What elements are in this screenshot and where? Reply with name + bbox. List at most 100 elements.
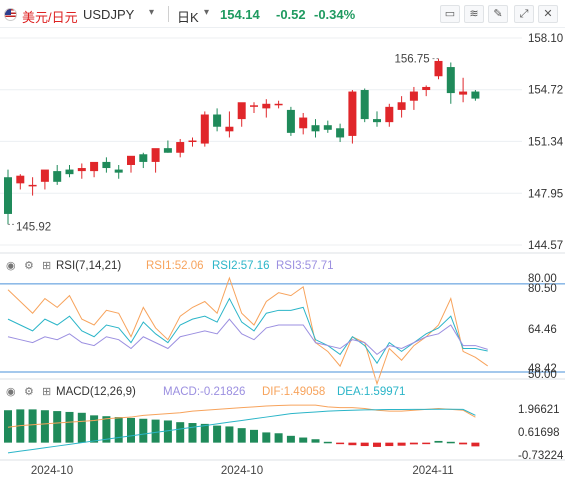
y-tick-label: 151.34 [528,136,564,148]
candle-body [28,184,37,187]
rsi-line [7,318,488,356]
macd-label: MACD:-0.21826 [163,386,246,398]
candle-body [311,125,320,132]
candle-body [274,103,283,106]
rsi-tick-label: 64.46 [528,324,557,336]
candle-body [250,105,258,107]
y-tick-label: 154.72 [528,85,563,97]
macd-bar [397,442,406,446]
macd-bar [336,442,345,445]
rsi3-label: RSI3:57.71 [276,260,334,272]
macd-bar [323,441,332,444]
candle-body [286,109,295,133]
eye-icon[interactable]: ◉ [6,259,16,272]
candle-body [213,114,222,127]
rsi2-label: RSI2:57.16 [212,260,270,272]
info-icon[interactable]: ⊞ [42,259,51,272]
candle-body [114,169,123,173]
macd-bar [127,417,135,443]
candle-body [348,91,357,136]
macd-bar [471,442,480,447]
macd-bar [151,419,160,443]
candle-body [409,91,418,101]
x-tick-label: 2024-10 [31,465,73,477]
macd-tick-label: 0.61698 [518,427,560,439]
gear-icon[interactable]: ⚙ [24,385,34,398]
candle-body [471,91,480,99]
candle-body [360,90,369,120]
candle-body [90,161,99,172]
macd-bar [286,435,295,443]
macd-bar [90,415,99,443]
y-tick-label: 144.57 [528,240,563,252]
chart-canvas: 158.10 154.72 151.34 147.95 144.57 156.75 145.… [0,33,565,477]
candle-body [40,169,49,182]
macd-bar [360,442,369,447]
macd-bar [237,428,246,443]
rsi-tick-label: 80.50 [528,283,557,295]
candle-body [422,86,431,91]
candle-body [176,142,185,153]
macd-bar [348,442,357,446]
y-tick-label: 147.95 [528,188,563,200]
macd-bar [200,423,209,443]
macd-bar [53,411,62,443]
candle-body [397,102,406,110]
candle-body [53,171,62,182]
candle-body [188,140,197,143]
chart-root: 美元/日元 USDJPY ▾ 日K ▾ 154.14 -0.52 -0.34% … [0,0,565,481]
candle-body [262,103,271,109]
macd-bar [459,442,468,445]
candle-body [336,128,345,138]
candle-body [323,125,332,130]
gear-icon[interactable]: ⚙ [24,259,34,272]
candle-body [225,126,234,132]
macd-title: MACD(12,26,9) [56,386,136,398]
candle-body [459,91,468,95]
dif-label: DIF:1.49058 [262,386,326,398]
rsi-line [7,276,488,386]
dea-label: DEA:1.59971 [337,386,406,398]
macd-bar [139,418,148,443]
macd-tick-label: 1.96621 [518,404,560,416]
candle-body [4,177,12,214]
low-annotation: 145.92 [16,221,51,233]
macd-bar [299,437,308,443]
candle-body [16,175,25,184]
candle-body [434,60,443,77]
macd-bar [262,432,271,443]
candle-body [139,154,148,162]
macd-bar [409,442,418,445]
macd-bar [385,442,394,447]
candle-body [127,155,135,165]
candle-body [385,106,394,123]
high-annotation: 156.75 [395,54,430,66]
candle-body [65,169,74,175]
candle-body [77,168,86,172]
y-tick-label: 158.10 [528,33,563,45]
x-tick-label: 2024-10 [221,465,263,477]
candle-body [200,114,209,144]
macd-bar [274,433,283,443]
macd-bar [434,440,443,443]
info-icon[interactable]: ⊞ [42,385,51,398]
macd-bar [176,422,185,443]
macd-bar [188,423,197,443]
macd-bar [40,410,49,443]
macd-bar [114,417,123,443]
rsi-line [7,297,488,365]
rsi-title: RSI(7,14,21) [56,260,122,272]
macd-bar [311,439,320,443]
candle-body [151,148,160,162]
macd-bar [28,409,37,443]
candle-body [446,67,455,94]
eye-icon[interactable]: ◉ [6,385,16,398]
macd-bar [446,441,455,444]
rsi1-label: RSI1:52.06 [146,260,204,272]
macd-bar [213,425,222,443]
candle-body [373,119,381,123]
candle-body [237,102,246,120]
candle-body [163,148,172,153]
x-tick-label: 2024-11 [412,465,453,477]
macd-bar [250,429,258,443]
